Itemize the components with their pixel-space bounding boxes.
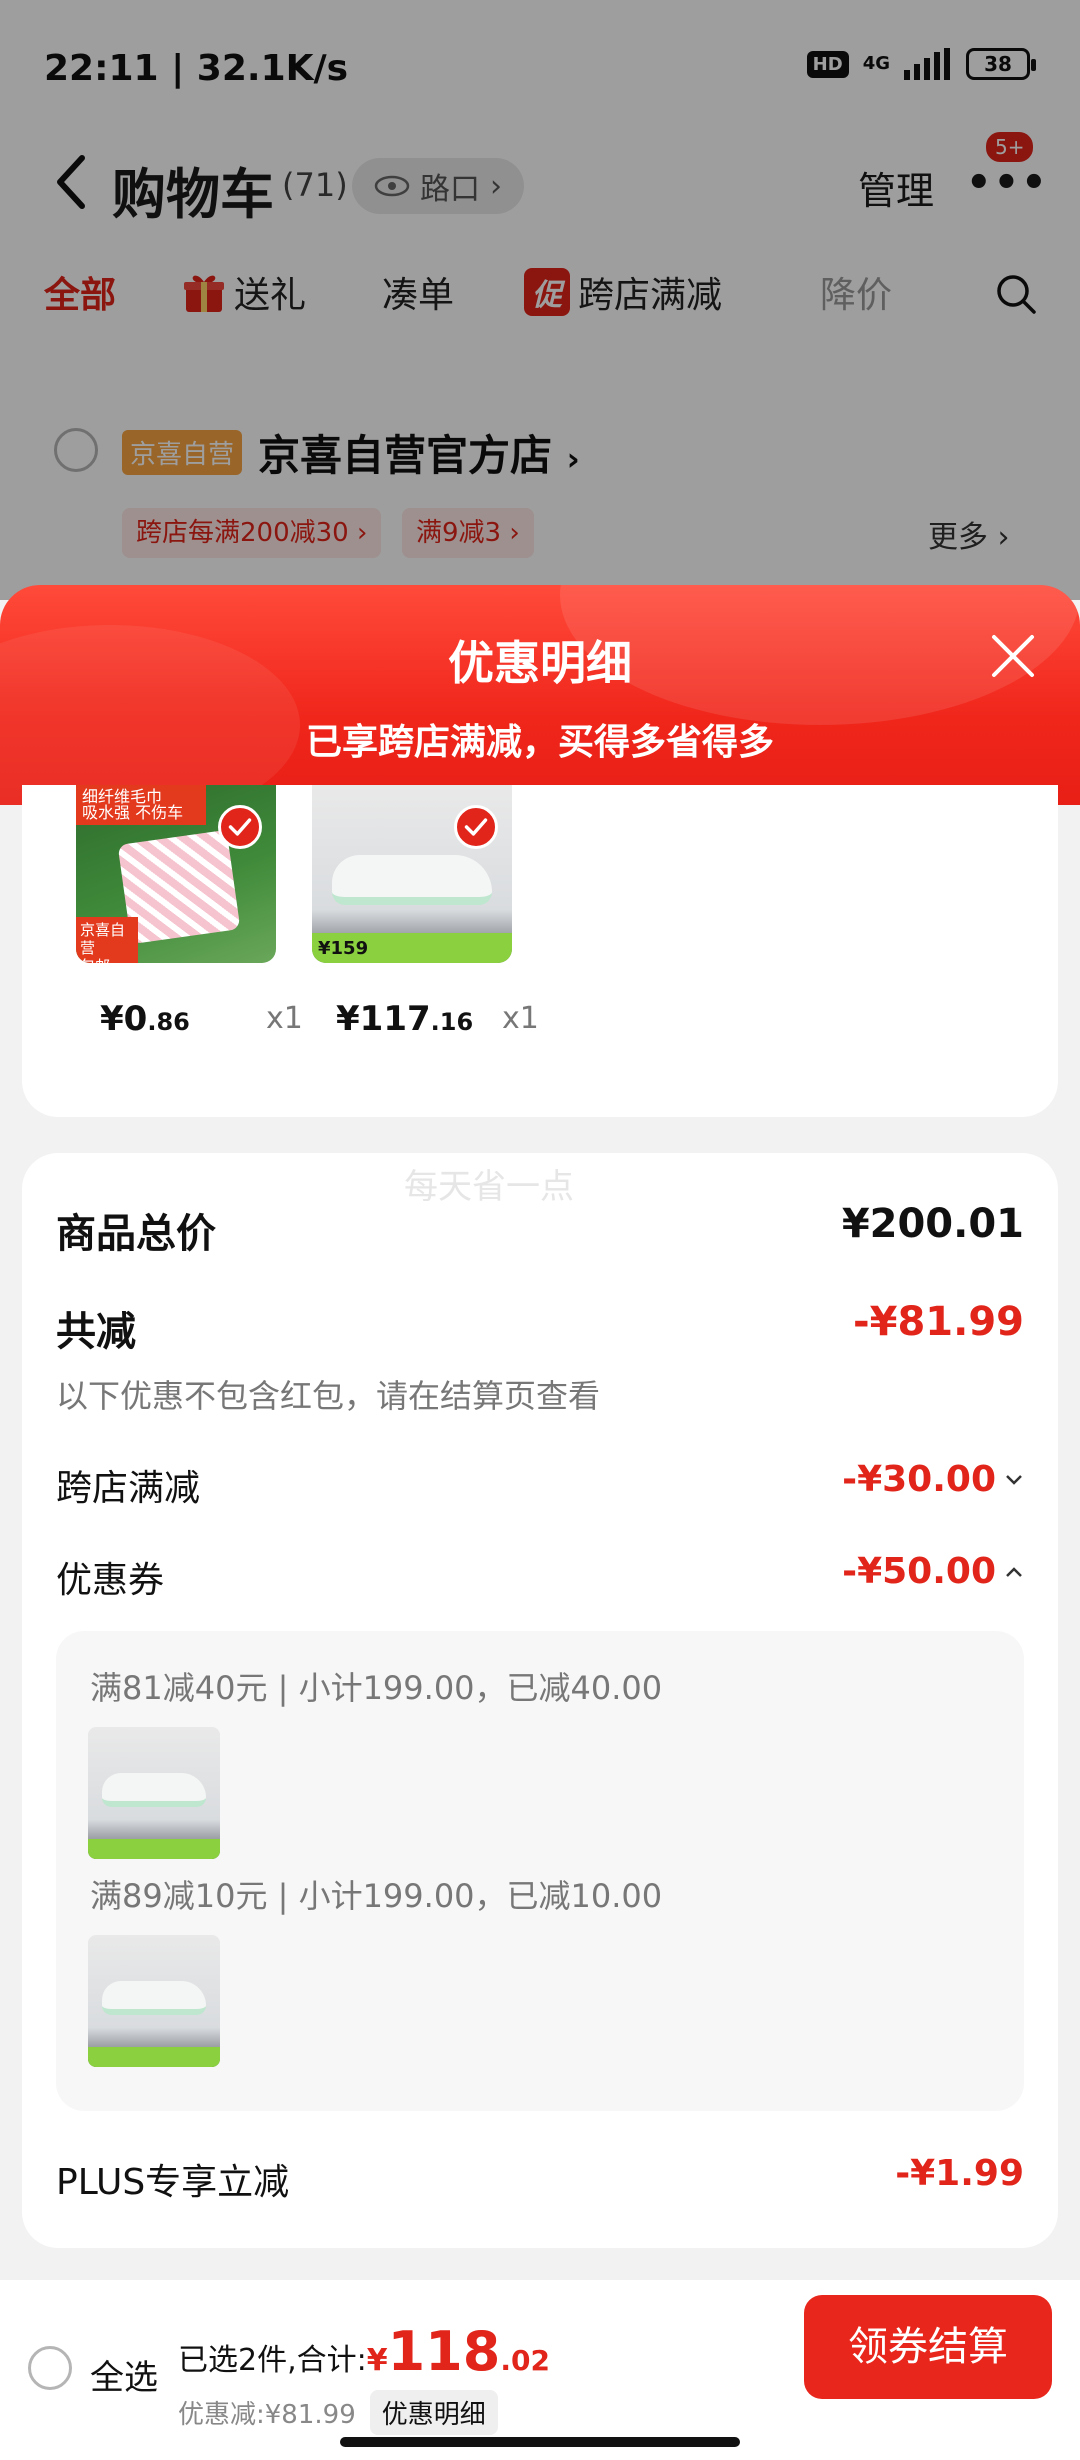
coupon-line: 满81减40元 | 小计199.00，已减40.00 <box>90 1669 663 1707</box>
sheet-title: 优惠明细 <box>448 636 632 690</box>
coupon-detail-box: 满81减40元 | 小计199.00，已减40.00 满89减10元 | 小计1… <box>56 1631 1024 2111</box>
price-detail-card: 每天省一点 商品总价 ¥200.01 共减 -¥81.99 以下优惠不包含红包，… <box>22 1153 1058 2248</box>
reduce-value: -¥81.99 <box>853 1299 1024 1345</box>
home-indicator[interactable] <box>340 2437 740 2447</box>
plus-label: PLUS专享立减 <box>56 2162 290 2203</box>
checkout-button[interactable]: 领券结算 <box>804 2295 1052 2399</box>
selected-goods-card: 细纤维毛巾 吸水强 不伤车 京喜自营 包邮 ¥0.86 x1 ¥ <box>22 785 1058 1117</box>
discount-detail-button[interactable]: 优惠明细 <box>369 2390 498 2435</box>
coupon-goods-thumbnail[interactable] <box>88 1935 220 2067</box>
thumb-banner: 细纤维毛巾 吸水强 不伤车 <box>76 785 206 825</box>
cross-store-value: -¥30.00 <box>842 1459 996 1500</box>
watermark: 每天省一点 <box>404 1167 574 1207</box>
thumb-tag: 京喜自营 包邮 <box>76 917 138 963</box>
plus-value: -¥1.99 <box>895 2153 1024 2194</box>
thumb-tag-text: 京喜自营 <box>80 921 126 957</box>
goods-qty: x1 <box>266 1001 303 1036</box>
coupon-row-toggle[interactable]: -¥50.00 <box>842 1551 1024 1592</box>
price-main: ¥117 <box>336 999 431 1039</box>
thumb-price-strip <box>88 2047 220 2067</box>
thumb-price-strip <box>88 1839 220 1859</box>
saved-amount: 优惠减:¥81.99 <box>178 2400 356 2430</box>
goods-qty: x1 <box>502 1001 539 1036</box>
total-value: ¥200.01 <box>841 1201 1024 1247</box>
saved-line: 优惠减:¥81.99 优惠明细 <box>178 2390 498 2435</box>
shoe-image <box>332 855 492 905</box>
sheet-subtitle: 已享跨店满减，买得多省得多 <box>305 722 774 763</box>
coupon-label: 优惠券 <box>56 1560 165 1601</box>
cross-store-row-toggle[interactable]: -¥30.00 <box>842 1459 1024 1500</box>
shoe-image <box>102 1773 206 1807</box>
total-label: 商品总价 <box>56 1211 216 1257</box>
total-currency: ¥ <box>366 2343 388 2378</box>
dim-overlay[interactable] <box>0 0 1080 600</box>
reduce-note: 以下优惠不包含红包，请在结算页查看 <box>56 1377 601 1415</box>
thumb-tag-text: 包邮 <box>80 957 134 963</box>
price-main: ¥0 <box>100 999 148 1039</box>
cross-store-label: 跨店满减 <box>56 1468 201 1509</box>
total-amount: 118 <box>387 2320 501 2383</box>
select-all-radio[interactable] <box>28 2346 72 2390</box>
total-decimal: .02 <box>500 2344 550 2377</box>
discount-sheet-header: 优惠明细 已享跨店满减，买得多省得多 <box>0 585 1080 805</box>
check-icon <box>218 805 262 849</box>
price-decimal: .16 <box>430 1008 474 1036</box>
chevron-down-icon <box>1006 1474 1022 1485</box>
total-line: 已选2件,合计: ¥ 118 .02 <box>178 2320 550 2383</box>
coupon-line: 满89减10元 | 小计199.00，已减10.00 <box>90 1877 663 1915</box>
goods-price: ¥0.86 <box>100 999 190 1039</box>
shoe-image <box>102 1981 206 2015</box>
coupon-value: -¥50.00 <box>842 1551 996 1592</box>
checkout-bar: 全选 已选2件,合计: ¥ 118 .02 优惠减:¥81.99 优惠明细 领券… <box>0 2280 1080 2460</box>
discount-sheet-body: 细纤维毛巾 吸水强 不伤车 京喜自营 包邮 ¥0.86 x1 ¥ <box>0 785 1080 2460</box>
close-icon[interactable] <box>990 633 1036 679</box>
reduce-label: 共减 <box>56 1309 136 1355</box>
goods-price: ¥117.16 <box>336 999 473 1039</box>
chevron-up-icon <box>1006 1566 1022 1577</box>
select-all-label[interactable]: 全选 <box>90 2350 158 2399</box>
selected-count: 已选2件,合计: <box>178 2343 367 2378</box>
coupon-goods-thumbnail[interactable] <box>88 1727 220 1859</box>
price-decimal: .86 <box>147 1008 190 1036</box>
check-icon <box>454 805 498 849</box>
thumb-text: 吸水强 不伤车 <box>82 803 184 822</box>
thumb-price: ¥159 <box>318 938 369 959</box>
